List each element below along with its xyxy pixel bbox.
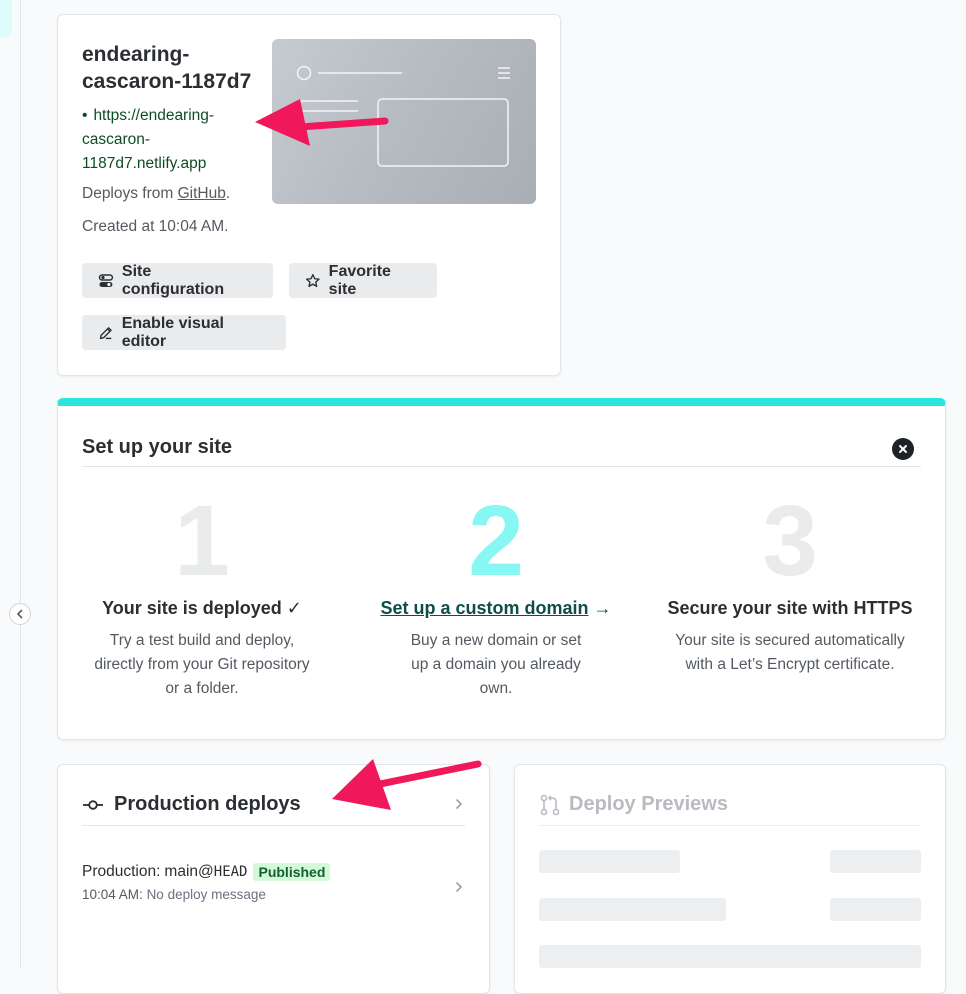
wireframe-illustration [296, 65, 510, 167]
loading-skeleton [539, 898, 726, 921]
step-title: Your site is deployed ✓ [102, 598, 302, 618]
site-configuration-label: Site configuration [121, 262, 225, 298]
loading-skeleton [830, 898, 921, 921]
divider [539, 825, 921, 826]
enable-visual-editor-label: Enable visual editor [121, 314, 224, 350]
chevron-left-icon [16, 609, 23, 619]
sidebar-active-indicator [0, 0, 12, 38]
step-title: Secure your site with HTTPS [667, 598, 913, 618]
status-badge: Published [253, 863, 331, 881]
favorite-site-label: Favorite site [328, 262, 391, 298]
production-deploys-link[interactable]: Production deploys [82, 793, 301, 816]
divider [82, 466, 921, 467]
collapse-sidebar-button[interactable] [9, 603, 31, 625]
favorite-site-button[interactable]: Favorite site [289, 263, 437, 298]
sidebar-divider [20, 0, 21, 968]
site-url-text: https://endearing-cascaron-1187d7.netlif… [82, 107, 215, 172]
loading-skeleton [539, 850, 680, 873]
step-description: Try a test build and deploy, directly fr… [94, 632, 310, 697]
deploys-from-text: Deploys from GitHub. [82, 185, 231, 202]
deploy-previews-card: Deploy Previews [514, 764, 946, 994]
step-description: Your site is secured automatically with … [675, 632, 905, 673]
bullet: • [82, 107, 88, 124]
close-icon [899, 445, 907, 453]
site-overview-card: endearing-cascaron-1187d7 • https://endea… [57, 14, 561, 376]
deploy-message: No deploy message [146, 887, 266, 902]
production-deploys-card: Production deploys Production: main@HEAD… [57, 764, 490, 994]
github-link[interactable]: GitHub [178, 185, 226, 202]
loading-skeleton [830, 850, 921, 873]
star-icon [305, 273, 320, 287]
production-deploys-title: Production deploys [114, 793, 301, 815]
site-configuration-button[interactable]: Site configuration [82, 263, 273, 298]
step-number: 1 [174, 485, 230, 597]
step-number: 3 [762, 485, 818, 597]
created-at-text: Created at 10:04 AM. [82, 218, 229, 235]
git-pull-request-icon [540, 794, 560, 815]
step-number: 2 [468, 485, 524, 597]
setup-site-card: Set up your site 1 Your site is deployed… [57, 398, 946, 740]
deploy-context-label: Production: [82, 863, 161, 880]
toggles-icon [98, 273, 114, 287]
commit-icon [83, 799, 103, 810]
deploy-summary: Production: main@HEAD Published [82, 863, 466, 881]
setup-step-3: 3 Secure your site with HTTPS Your site … [650, 486, 930, 677]
site-name: endearing-cascaron-1187d7 [82, 43, 252, 93]
deploy-previews-title: Deploy Previews [569, 793, 728, 815]
chevron-right-icon[interactable] [454, 881, 464, 893]
setup-step-1: 1 Your site is deployed ✓ Try a test bui… [62, 486, 342, 701]
site-url-link[interactable]: • https://endearing-cascaron-1187d7.netli… [82, 104, 252, 176]
deploy-previews-link[interactable]: Deploy Previews [539, 793, 728, 816]
deploy-list-item[interactable]: Production: main@HEAD Published 10:04 AM… [82, 863, 466, 902]
chevron-right-icon[interactable] [454, 798, 464, 810]
dismiss-setup-button[interactable] [892, 438, 914, 460]
step-description: Buy a new domain or set up a domain you … [410, 632, 582, 697]
site-screenshot-thumbnail[interactable] [272, 39, 536, 204]
deploy-time: 10:04 AM: [82, 887, 143, 902]
loading-skeleton [539, 945, 921, 968]
arrow-right-icon: → [593, 598, 612, 618]
setup-step-2: 2 Set up a custom domain → Buy a new dom… [356, 486, 636, 701]
setup-custom-domain-link[interactable]: Set up a custom domain → [356, 598, 636, 619]
divider [82, 825, 465, 826]
deploy-ref: main@HEAD [164, 863, 248, 880]
pencil-icon [99, 326, 112, 339]
deploy-meta: 10:04 AM: No deploy message [82, 887, 466, 902]
enable-visual-editor-button[interactable]: Enable visual editor [82, 315, 286, 350]
setup-title: Set up your site [82, 436, 233, 458]
step-title-link[interactable]: Set up a custom domain [380, 598, 588, 618]
